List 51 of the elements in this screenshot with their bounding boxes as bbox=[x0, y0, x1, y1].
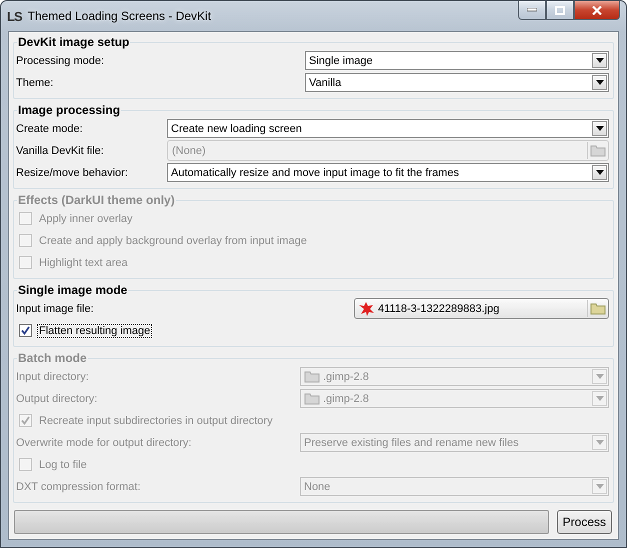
caret-icon bbox=[596, 58, 604, 63]
file-field[interactable]: 41118-3-1322289883.jpg bbox=[354, 298, 609, 319]
caret-icon bbox=[596, 396, 604, 401]
section-title: Effects (DarkUI theme only) bbox=[17, 193, 176, 207]
field-label: Theme: bbox=[16, 76, 54, 88]
folder-icon bbox=[304, 392, 320, 405]
caret-icon bbox=[596, 374, 604, 379]
star-icon bbox=[359, 302, 374, 316]
caret-icon bbox=[596, 170, 604, 175]
section-title: DevKit image setup bbox=[17, 35, 130, 49]
dropdown[interactable]: Create new loading screen bbox=[167, 119, 609, 138]
field-label: Output directory: bbox=[16, 392, 98, 404]
window-title: Themed Loading Screens - DevKit bbox=[28, 9, 212, 23]
close-button[interactable] bbox=[574, 1, 620, 20]
field-label: Input directory: bbox=[16, 370, 90, 382]
field-label: Vanilla DevKit file: bbox=[16, 144, 105, 156]
caret-icon bbox=[596, 126, 604, 131]
folder-icon bbox=[304, 370, 320, 383]
section-title: Batch mode bbox=[17, 351, 88, 365]
dropdown[interactable]: Vanilla bbox=[305, 73, 609, 92]
check-icon bbox=[21, 416, 30, 425]
dropdown[interactable]: Automatically resize and move input image to fit the frames bbox=[167, 163, 609, 182]
process-button[interactable]: Process bbox=[556, 510, 612, 534]
field-label: Processing mode: bbox=[16, 54, 106, 66]
checkbox-label: Highlight text area bbox=[38, 256, 129, 268]
checkbox-label: Log to file bbox=[38, 458, 88, 470]
section-title: Image processing bbox=[17, 103, 122, 117]
dropdown[interactable]: Single image bbox=[305, 51, 609, 70]
field-label: Resize/move behavior: bbox=[16, 166, 129, 178]
checkbox[interactable] bbox=[19, 324, 32, 337]
field-label: DXT compression format: bbox=[16, 480, 142, 492]
caret-icon bbox=[596, 80, 604, 85]
caret-icon bbox=[596, 484, 604, 489]
checkbox-label: Create and apply background overlay from input image bbox=[38, 234, 308, 246]
field-label: Input image file: bbox=[16, 302, 95, 314]
folder-icon bbox=[590, 302, 606, 315]
caret-icon bbox=[596, 440, 604, 445]
close-icon bbox=[592, 6, 602, 14]
maximize-button[interactable] bbox=[546, 1, 574, 20]
checkbox-label: Apply inner overlay bbox=[38, 212, 134, 224]
checkbox-label: Flatten resulting image bbox=[38, 324, 152, 336]
minimize-icon bbox=[527, 8, 537, 12]
folder-icon bbox=[590, 144, 606, 157]
field-label: Create mode: bbox=[16, 122, 84, 134]
check-icon bbox=[21, 326, 30, 335]
section-title: Single image mode bbox=[17, 283, 128, 297]
maximize-icon bbox=[555, 6, 565, 14]
minimize-button[interactable] bbox=[518, 1, 546, 20]
field-label: Overwrite mode for output directory: bbox=[16, 436, 192, 448]
checkbox-label: Recreate input subdirectories in output directory bbox=[38, 414, 274, 426]
app-icon: LS bbox=[7, 8, 22, 24]
